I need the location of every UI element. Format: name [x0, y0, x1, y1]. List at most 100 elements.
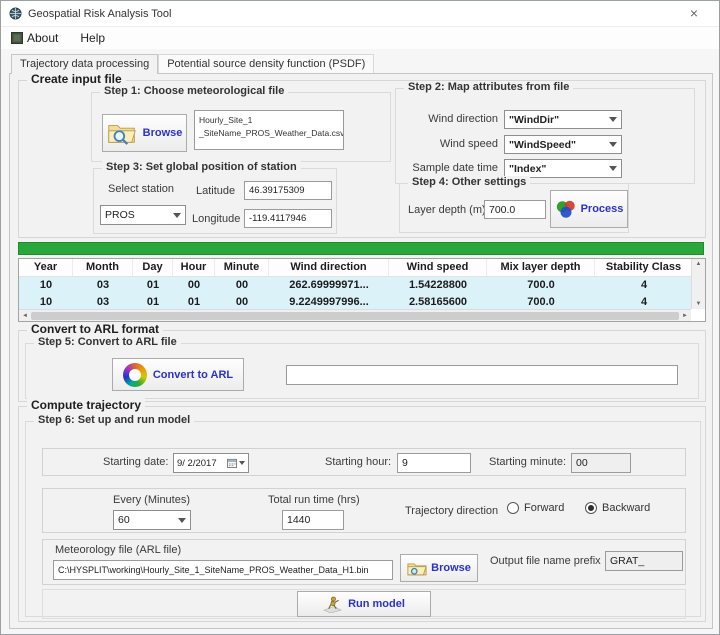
backward-radio-label: Backward	[602, 502, 650, 514]
scroll-up-icon[interactable]: ▲	[696, 261, 702, 267]
table-header-cell[interactable]: Hour	[173, 259, 215, 276]
table-cell: 262.69999971...	[269, 277, 389, 294]
table-header-cell[interactable]: Wind speed	[389, 259, 487, 276]
process-button[interactable]: Process	[550, 190, 628, 228]
table-header-cell[interactable]: Wind direction	[269, 259, 389, 276]
convert-to-arl-button[interactable]: Convert to ARL	[112, 358, 244, 391]
convert-to-arl-label: Convert to ARL	[153, 369, 233, 381]
met-file-line2: _SiteName_PROS_Weather_Data.csv	[199, 127, 339, 140]
table-cell: 01	[133, 277, 173, 294]
tab-psdf[interactable]: Potential source density function (PSDF)	[158, 54, 374, 74]
about-icon	[11, 32, 23, 44]
calendar-icon	[227, 458, 237, 468]
scroll-left-icon[interactable]: ◄	[22, 313, 28, 319]
met-file-line1: Hourly_Site_1	[199, 114, 339, 127]
scrollbar-thumb[interactable]	[31, 312, 679, 320]
horizontal-scrollbar[interactable]: ◄ ►	[19, 309, 691, 321]
menu-about[interactable]: About	[11, 31, 58, 45]
radio-unselected-icon	[507, 502, 519, 514]
sample-date-time-label: Sample date time	[396, 162, 498, 174]
select-station-label: Select station	[108, 183, 174, 195]
every-minutes-select[interactable]: 60	[113, 510, 191, 530]
table-cell: 1.54228800	[389, 277, 487, 294]
step1-title: Step 1: Choose meteorological file	[100, 85, 288, 97]
total-run-time-input[interactable]: 1440	[282, 510, 344, 530]
step3-title: Step 3: Set global position of station	[102, 161, 301, 173]
every-minutes-value: 60	[118, 514, 130, 526]
step1-box: Step 1: Choose meteorological file Brows…	[91, 92, 391, 162]
color-wheel-icon	[123, 363, 147, 387]
trajectory-direction-label: Trajectory direction	[405, 505, 498, 517]
table-header-cell[interactable]: Day	[133, 259, 173, 276]
browse-arl-file-label: Browse	[431, 562, 471, 574]
arl-file-label: Meteorology file (ARL file)	[55, 544, 181, 556]
step5-box: Step 5: Convert to ARL file Convert to A…	[25, 343, 699, 399]
browse-arl-file-button[interactable]: Browse	[400, 554, 478, 582]
step4-box: Step 4: Other settings Layer depth (m) 7…	[399, 183, 629, 233]
compute-trajectory-group: Compute trajectory Step 6: Set up and ru…	[18, 406, 706, 622]
table-cell: 00	[173, 277, 215, 294]
starting-date-value: 9/ 2/2017	[177, 458, 217, 469]
run-model-label: Run model	[348, 598, 405, 610]
start-time-panel: Starting date: 9/ 2/2017 Starting hour: …	[42, 448, 686, 476]
chevron-down-icon	[173, 213, 181, 218]
close-icon[interactable]: ×	[677, 1, 711, 26]
folder-icon	[407, 561, 427, 576]
app-icon	[9, 7, 22, 20]
run-settings-panel: Every (Minutes) 60 Total run time (hrs) …	[42, 488, 686, 533]
starting-hour-input[interactable]: 9	[397, 453, 471, 473]
chevron-down-icon	[609, 142, 617, 147]
tab-trajectory-data-processing[interactable]: Trajectory data processing	[11, 54, 158, 74]
convert-arl-title: Convert to ARL format	[27, 322, 163, 336]
compute-trajectory-title: Compute trajectory	[27, 398, 145, 412]
convert-arl-group: Convert to ARL format Step 5: Convert to…	[18, 330, 706, 402]
sample-date-time-value: "Index"	[509, 163, 546, 175]
tab-page: Create input file Step 1: Choose meteoro…	[9, 73, 713, 629]
backward-radio[interactable]: Backward	[585, 502, 650, 514]
table-header-cell[interactable]: Stability Class	[595, 259, 693, 276]
chevron-down-icon	[609, 166, 617, 171]
met-file-display: Hourly_Site_1 _SiteName_PROS_Weather_Dat…	[194, 110, 344, 150]
arl-file-input[interactable]: C:\HYSPLIT\working\Hourly_Site_1_SiteNam…	[53, 560, 393, 580]
met-file-panel: Meteorology file (ARL file) C:\HYSPLIT\w…	[42, 539, 686, 585]
app-window: Geospatial Risk Analysis Tool × About He…	[0, 0, 720, 635]
table-header-cell[interactable]: Month	[73, 259, 133, 276]
menu-help-label: Help	[80, 31, 105, 45]
menu-bar: About Help	[1, 27, 719, 49]
step3-box: Step 3: Set global position of station S…	[93, 168, 337, 234]
folder-search-icon	[107, 121, 137, 146]
run-model-button[interactable]: Run model	[297, 591, 431, 617]
weather-data-table: Year Month Day Hour Minute Wind directio…	[18, 258, 706, 322]
step4-title: Step 4: Other settings	[408, 176, 530, 188]
longitude-label: Longitude	[192, 213, 240, 225]
table-row[interactable]: 10 03 01 00 00 262.69999971... 1.5422880…	[19, 277, 691, 294]
menu-about-label: About	[27, 31, 58, 45]
browse-met-file-button[interactable]: Browse	[102, 114, 187, 152]
station-select[interactable]: PROS	[100, 205, 186, 225]
longitude-input[interactable]: -119.4117946	[244, 209, 332, 228]
table-cell: 700.0	[487, 277, 595, 294]
scroll-right-icon[interactable]: ►	[682, 313, 688, 319]
wind-speed-select[interactable]: "WindSpeed"	[504, 135, 622, 154]
tab-strip: Trajectory data processing Potential sou…	[11, 51, 709, 73]
create-input-group: Create input file Step 1: Choose meteoro…	[18, 80, 706, 238]
menu-help[interactable]: Help	[80, 31, 105, 45]
output-prefix-label: Output file name prefix	[490, 555, 601, 567]
table-cell: 4	[595, 277, 693, 294]
table-header-cell[interactable]: Mix layer depth	[487, 259, 595, 276]
output-prefix-input[interactable]: GRAT_	[605, 551, 683, 571]
table-header-cell[interactable]: Minute	[215, 259, 269, 276]
starting-hour-label: Starting hour:	[325, 456, 391, 468]
scroll-down-icon[interactable]: ▼	[696, 301, 702, 307]
convert-progress-bar	[286, 365, 678, 385]
starting-date-picker[interactable]: 9/ 2/2017	[173, 453, 249, 473]
process-label: Process	[581, 203, 624, 215]
wind-direction-select[interactable]: "WindDir"	[504, 110, 622, 129]
vertical-scrollbar[interactable]: ▲ ▼	[691, 259, 705, 309]
forward-radio[interactable]: Forward	[507, 502, 564, 514]
table-header-cell[interactable]: Year	[19, 259, 73, 276]
total-run-time-label: Total run time (hrs)	[268, 494, 360, 506]
chevron-down-icon	[609, 117, 617, 122]
latitude-input[interactable]: 46.39175309	[244, 181, 332, 200]
layer-depth-input[interactable]: 700.0	[484, 200, 546, 219]
